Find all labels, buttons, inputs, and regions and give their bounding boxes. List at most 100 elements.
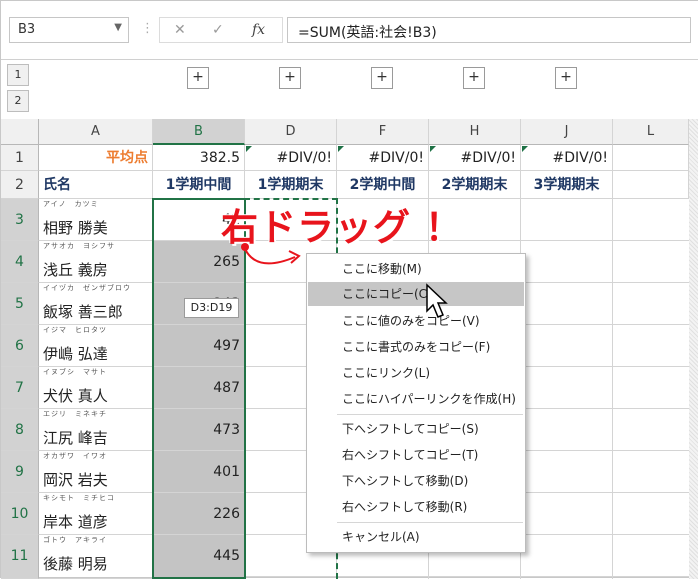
cancel-icon[interactable]: ✕ xyxy=(174,22,186,38)
student-name-cell[interactable]: イヌブシ マサト 犬伏 真人 xyxy=(39,367,153,409)
cell-d2[interactable]: 1学期期末 xyxy=(245,171,337,199)
student-name-cell[interactable]: イイヅカ ゼンザブロウ 飯塚 善三郎 xyxy=(39,283,153,325)
formula-input[interactable]: =SUM(英語:社会!B3) xyxy=(287,17,691,43)
row-header-10[interactable]: 10 xyxy=(1,493,39,535)
menu-item-copy-formats[interactable]: ここに書式のみをコピー(F) xyxy=(308,335,524,359)
furigana: ゴトウ アキライ xyxy=(43,536,107,544)
furigana: アイノ カツミ xyxy=(43,200,99,208)
student-name-cell[interactable]: エジリ ミネキチ 江尻 峰吉 xyxy=(39,409,153,451)
student-name-cell[interactable]: アイノ カツミ 相野 勝美 xyxy=(39,199,153,241)
row-header-4[interactable]: 4 xyxy=(1,241,39,283)
cell-h1[interactable]: #DIV/0! xyxy=(429,145,521,171)
student-name: 岡沢 岩夫 xyxy=(43,471,108,489)
cell-b1[interactable]: 382.5 xyxy=(153,145,245,171)
row-header-7[interactable]: 7 xyxy=(1,367,39,409)
student-name: 後藤 明易 xyxy=(43,555,108,573)
menu-item-shift-down-move[interactable]: 下へシフトして移動(D) xyxy=(308,469,524,493)
furigana: エジリ ミネキチ xyxy=(43,410,107,418)
student-name: 浅丘 義房 xyxy=(43,261,108,279)
student-name: 犬伏 真人 xyxy=(43,387,108,405)
column-header-h[interactable]: H xyxy=(429,119,521,145)
context-menu: ここに移動(M) ここにコピー(C) ここに値のみをコピー(V) ここに書式のみ… xyxy=(306,253,526,553)
menu-item-copy-values[interactable]: ここに値のみをコピー(V) xyxy=(308,309,524,333)
menu-item-shift-right-move[interactable]: 右へシフトして移動(R) xyxy=(308,495,524,519)
expand-group-button[interactable]: + xyxy=(555,67,577,89)
excel-window: B3 ▼ ⋮ ✕ ✓ fx =SUM(英語:社会!B3) 1 2 + + + +… xyxy=(0,0,698,579)
menu-item-create-hyperlink[interactable]: ここにハイパーリンクを作成(H) xyxy=(308,387,524,411)
column-header-l[interactable]: L xyxy=(613,119,689,145)
outline-bar: 1 2 + + + + + xyxy=(1,59,698,119)
cell-d1[interactable]: #DIV/0! xyxy=(245,145,337,171)
row-header-3[interactable]: 3 xyxy=(1,199,39,241)
error-indicator-icon xyxy=(430,146,436,152)
insert-function-icon[interactable]: fx xyxy=(252,22,265,38)
error-indicator-icon xyxy=(338,146,344,152)
student-name: 岸本 道彦 xyxy=(43,513,108,531)
student-name-cell[interactable]: ゴトウ アキライ 後藤 明易 xyxy=(39,535,153,579)
drag-handle-icon[interactable]: ⋮ xyxy=(141,21,154,36)
cell-j2[interactable]: 3学期期末 xyxy=(521,171,613,199)
menu-separator xyxy=(337,522,523,523)
student-name-cell[interactable]: キシモト ミチヒコ 岸本 道彦 xyxy=(39,493,153,535)
menu-separator xyxy=(337,414,523,415)
row-header-1[interactable]: 1 xyxy=(1,145,39,171)
row-header-8[interactable]: 8 xyxy=(1,409,39,451)
cell-l2[interactable] xyxy=(613,171,689,199)
student-name: 飯塚 善三郎 xyxy=(43,303,123,321)
student-name-cell[interactable]: イジマ ヒロタツ 伊嶋 弘達 xyxy=(39,325,153,367)
furigana: キシモト ミチヒコ xyxy=(43,494,115,502)
row-header-5[interactable]: 5 xyxy=(1,283,39,325)
column-header-b[interactable]: B xyxy=(153,119,245,145)
mouse-pointer-icon xyxy=(426,283,448,318)
furigana: イジマ ヒロタツ xyxy=(43,326,107,334)
sheet-edge xyxy=(689,119,698,579)
chevron-down-icon[interactable]: ▼ xyxy=(114,22,122,33)
expand-group-button[interactable]: + xyxy=(463,67,485,89)
furigana: アサオカ ヨシフサ xyxy=(43,242,115,250)
outline-level-2-button[interactable]: 2 xyxy=(7,90,29,112)
name-column-header[interactable]: 氏名 xyxy=(39,171,153,199)
cell-j1[interactable]: #DIV/0! xyxy=(521,145,613,171)
selection-border xyxy=(152,198,246,579)
student-name-cell[interactable]: オカザワ イワオ 岡沢 岩夫 xyxy=(39,451,153,493)
cell-l1[interactable] xyxy=(613,145,689,171)
row-header-9[interactable]: 9 xyxy=(1,451,39,493)
cell-b2[interactable]: 1学期中間 xyxy=(153,171,245,199)
formula-bar: B3 ▼ ⋮ ✕ ✓ fx =SUM(英語:社会!B3) xyxy=(1,1,698,61)
menu-item-copy-here[interactable]: ここにコピー(C) xyxy=(308,282,524,306)
name-box[interactable]: B3 ▼ xyxy=(9,17,129,43)
formula-buttons: ✕ ✓ fx xyxy=(159,17,283,43)
enter-icon[interactable]: ✓ xyxy=(212,22,224,38)
student-name: 相野 勝美 xyxy=(43,219,108,237)
error-indicator-icon xyxy=(522,146,528,152)
cell-f1[interactable]: #DIV/0! xyxy=(337,145,429,171)
furigana: イイヅカ ゼンザブロウ xyxy=(43,284,131,292)
menu-item-move-here[interactable]: ここに移動(M) xyxy=(308,257,524,281)
menu-item-link-here[interactable]: ここにリンク(L) xyxy=(308,361,524,385)
column-header-j[interactable]: J xyxy=(521,119,613,145)
column-header-a[interactable]: A xyxy=(39,119,153,145)
column-header-d[interactable]: D xyxy=(245,119,337,145)
menu-item-shift-right-copy[interactable]: 右へシフトしてコピー(T) xyxy=(308,443,524,467)
row-header-11[interactable]: 11 xyxy=(1,535,39,579)
menu-item-cancel[interactable]: キャンセル(A) xyxy=(308,525,524,549)
drag-range-tooltip: D3:D19 xyxy=(184,298,239,318)
furigana: オカザワ イワオ xyxy=(43,452,107,460)
student-name-cell[interactable]: アサオカ ヨシフサ 浅丘 義房 xyxy=(39,241,153,283)
expand-group-button[interactable]: + xyxy=(279,67,301,89)
name-box-value: B3 xyxy=(18,22,36,37)
cell-h2[interactable]: 2学期期末 xyxy=(429,171,521,199)
row-header-6[interactable]: 6 xyxy=(1,325,39,367)
column-header-f[interactable]: F xyxy=(337,119,429,145)
expand-group-button[interactable]: + xyxy=(371,67,393,89)
curved-arrow-icon xyxy=(241,243,301,265)
cell-f2[interactable]: 2学期中間 xyxy=(337,171,429,199)
expand-group-button[interactable]: + xyxy=(187,67,209,89)
menu-item-shift-down-copy[interactable]: 下へシフトしてコピー(S) xyxy=(308,417,524,441)
row-header-2[interactable]: 2 xyxy=(1,171,39,199)
student-name: 江尻 峰吉 xyxy=(43,429,108,447)
select-all-button[interactable] xyxy=(1,119,39,145)
average-label[interactable]: 平均点 xyxy=(39,145,153,171)
outline-level-1-button[interactable]: 1 xyxy=(7,64,29,86)
error-indicator-icon xyxy=(246,146,252,152)
